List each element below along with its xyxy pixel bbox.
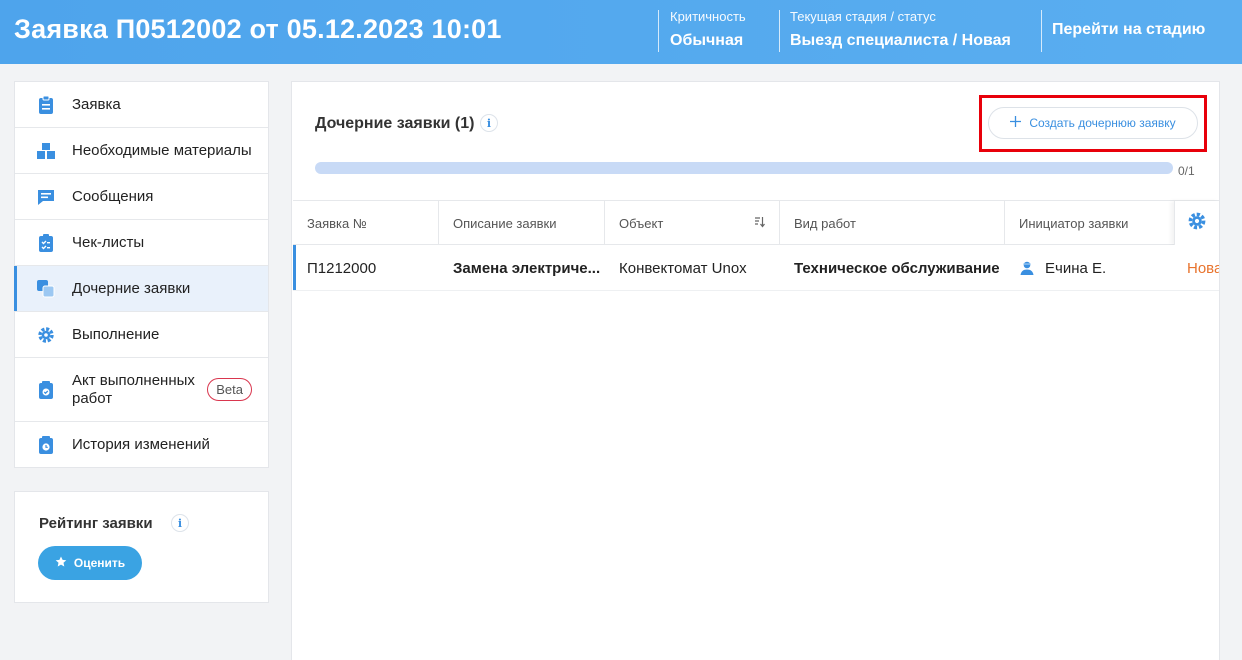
sidebar-item-label: Сообщения: [72, 187, 154, 205]
sidebar-item-materials[interactable]: Необходимые материалы: [15, 128, 268, 174]
sidebar-item-label: Заявка: [72, 95, 121, 113]
sidebar-item-label: Необходимые материалы: [72, 141, 252, 159]
cell-work-type: Техническое обслуживание: [794, 259, 1000, 277]
plus-icon: [1010, 116, 1022, 130]
criticality-value: Обычная: [670, 32, 744, 49]
info-icon[interactable]: i: [480, 114, 498, 132]
rating-title: Рейтинг заявки: [39, 515, 153, 532]
child-requests-table: Заявка № Описание заявки Объект Вид рабо…: [293, 200, 1219, 291]
table-row[interactable]: П1212000 Замена электриче... Конвектомат…: [293, 245, 1219, 291]
user-icon: [1019, 260, 1035, 276]
child-requests-icon: [37, 279, 55, 298]
child-requests-panel: Дочерние заявки (1) i Создать дочернюю з…: [291, 81, 1220, 660]
initiator-name: Ечина Е.: [1045, 259, 1107, 277]
cell-object: Конвектомат Unox: [619, 259, 747, 277]
page-title: Заявка П0512002 от 05.12.2023 10:01: [14, 14, 502, 44]
rate-button[interactable]: Оценить: [38, 546, 142, 580]
sidebar-item-request[interactable]: Заявка: [15, 82, 268, 128]
create-button-label: Создать дочернюю заявку: [1029, 116, 1176, 130]
criticality-label: Критичность: [670, 9, 746, 24]
column-header-description[interactable]: Описание заявки: [439, 201, 605, 245]
act-icon: [37, 380, 55, 399]
cell-description: Замена электриче...: [453, 259, 601, 277]
sidebar-item-checklists[interactable]: Чек-листы: [15, 220, 268, 266]
table-settings-button[interactable]: [1174, 201, 1219, 245]
boxes-icon: [37, 142, 55, 160]
stage-value: Выезд специалиста / Новая: [790, 32, 1011, 49]
column-header-work-type[interactable]: Вид работ: [780, 201, 1005, 245]
clipboard-icon: [37, 95, 55, 114]
table-header: Заявка № Описание заявки Объект Вид рабо…: [293, 200, 1219, 245]
sidebar-item-label: Чек-листы: [72, 233, 145, 251]
panel-title: Дочерние заявки (1): [315, 115, 475, 132]
rate-button-label: Оценить: [73, 556, 126, 570]
header-divider: [779, 10, 780, 52]
header-divider: [1041, 10, 1042, 52]
sidebar-item-act[interactable]: Акт выполненных работ Beta: [15, 358, 268, 422]
create-child-request-button[interactable]: Создать дочернюю заявку: [988, 107, 1198, 139]
sidebar-item-label: Выполнение: [72, 325, 160, 343]
sidebar-item-messages[interactable]: Сообщения: [15, 174, 268, 220]
column-header-label: Объект: [619, 215, 664, 231]
cell-initiator: Ечина Е.: [1005, 245, 1174, 291]
sidebar-item-label: История изменений: [72, 436, 210, 453]
gear-icon: [1187, 211, 1207, 236]
stage-label: Текущая стадия / статус: [790, 9, 936, 24]
column-header-initiator[interactable]: Инициатор заявки: [1005, 201, 1174, 245]
cell-status: Нова: [1187, 259, 1219, 277]
info-icon[interactable]: i: [171, 514, 189, 532]
progress-bar: [315, 162, 1173, 174]
progress-text: 0/1: [1178, 164, 1195, 178]
chat-icon: [37, 188, 55, 206]
sort-icon[interactable]: [754, 216, 765, 231]
beta-badge: Beta: [207, 378, 252, 401]
sidebar-item-execution[interactable]: Выполнение: [15, 312, 268, 358]
page-header: Заявка П0512002 от 05.12.2023 10:01 Крит…: [0, 0, 1242, 64]
column-header-number[interactable]: Заявка №: [293, 201, 439, 245]
sidebar-item-label: Дочерние заявки: [72, 279, 191, 297]
star-icon: [55, 556, 67, 571]
sidebar-item-child-requests[interactable]: Дочерние заявки: [14, 266, 268, 312]
rating-panel: Рейтинг заявки i Оценить: [14, 491, 269, 603]
sidebar: Заявка Необходимые материалы Сообщения Ч…: [14, 81, 269, 468]
history-icon: [37, 436, 55, 454]
sidebar-item-history[interactable]: История изменений: [15, 422, 268, 468]
checklist-icon: [37, 233, 55, 252]
column-header-object[interactable]: Объект: [605, 201, 780, 245]
cell-number: П1212000: [307, 259, 377, 277]
gear-icon: [37, 326, 55, 344]
goto-stage-button[interactable]: Перейти на стадию: [1052, 21, 1205, 39]
header-divider: [658, 10, 659, 52]
sidebar-item-label: Акт выполненных работ: [72, 371, 195, 407]
